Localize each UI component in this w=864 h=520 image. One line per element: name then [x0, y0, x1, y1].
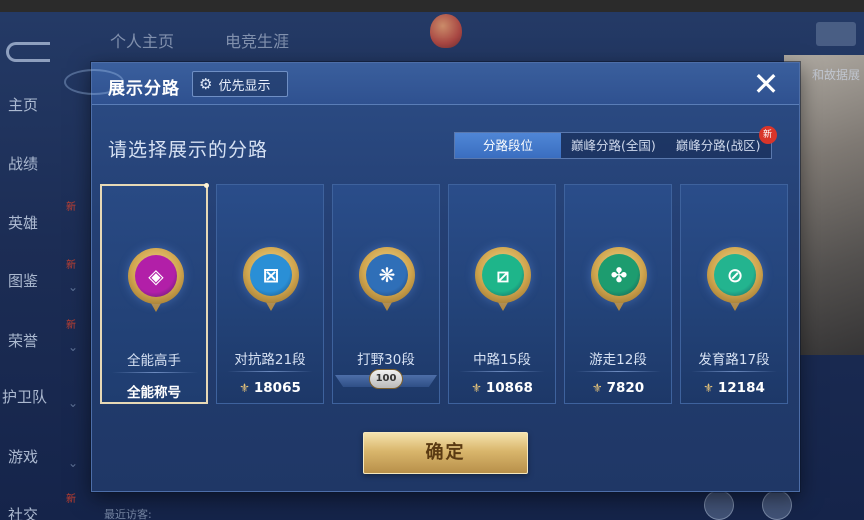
- back-icon[interactable]: [6, 42, 50, 62]
- sidebar-item-home[interactable]: 主页: [8, 94, 38, 115]
- all-round-rank-badge-icon: ◈: [128, 248, 184, 314]
- tab-esports-career[interactable]: 电竞生涯: [225, 28, 289, 52]
- priority-display-label: 优先显示: [218, 78, 271, 94]
- lane-card-mid[interactable]: ⧄ 中路15段 ⚜ 10868: [448, 184, 556, 404]
- lane-card-name: 打野30段: [357, 352, 415, 368]
- background-right-text: 和故据展: [811, 68, 860, 82]
- recent-visitors-label: 最近访客:: [104, 508, 152, 520]
- chevron-down-icon: ⌄: [68, 340, 79, 354]
- top-strip: [0, 0, 864, 12]
- confirm-button[interactable]: 确定: [363, 432, 528, 474]
- dialog-title: 展示分路: [108, 79, 180, 99]
- sidebar-item-record[interactable]: 战绩: [8, 153, 38, 174]
- lane-card-title: 全能称号: [102, 381, 206, 401]
- lane-card-name: 中路15段: [473, 352, 531, 368]
- roam-badge-icon: ✤: [591, 247, 647, 313]
- lane-card-name: 全能高手: [127, 353, 181, 369]
- music-icon[interactable]: [762, 490, 792, 520]
- tab-lane-rank[interactable]: 分路段位: [455, 133, 562, 158]
- tab-peak-region-label: 巅峰分路(战区): [675, 138, 761, 153]
- badge-emblem: ⊠: [250, 254, 292, 296]
- sidebar-item-social[interactable]: 社交: [8, 504, 38, 520]
- lane-card-score: ⚜ 18065: [217, 380, 323, 396]
- badge-emblem: ⊘: [714, 254, 756, 296]
- jungle-badge-icon: ❋: [359, 247, 415, 313]
- mid-lane-badge-icon: ⧄: [475, 247, 531, 313]
- score-value: 18065: [253, 380, 301, 396]
- chevron-down-icon: ⌄: [68, 280, 79, 294]
- lane-card-all-round[interactable]: ◈ 全能高手 全能称号: [100, 183, 209, 404]
- new-badge: 新: [66, 320, 76, 331]
- farm-lane-badge-icon: ⊘: [707, 247, 763, 313]
- all-round-title-text: 全能称号: [127, 385, 181, 401]
- lane-card-name: 游走12段: [589, 352, 647, 368]
- badge-emblem: ❋: [366, 254, 408, 296]
- tab-peak-national[interactable]: 巅峰分路(全国): [561, 133, 666, 158]
- rank-points-icon: ⚜: [239, 381, 250, 395]
- card-divider: [575, 371, 661, 372]
- lane-card-farm[interactable]: ⊘ 发育路17段 ⚜ 12184: [680, 184, 788, 404]
- new-badge: 新: [758, 126, 777, 144]
- tab-personal-home[interactable]: 个人主页: [110, 28, 174, 52]
- score-value: 12184: [717, 380, 765, 396]
- home-icon[interactable]: [704, 490, 734, 520]
- jungle-medal: 100: [369, 369, 403, 389]
- gear-icon: ⚙: [199, 74, 213, 93]
- badge-emblem: ⧄: [482, 254, 524, 296]
- lane-card-name: 发育路17段: [698, 352, 770, 368]
- new-badge: 新: [66, 494, 76, 505]
- priority-display-button[interactable]: ⚙ 优先显示: [192, 71, 288, 97]
- lane-cards: ◈ 全能高手 全能称号 ⊠ 对抗路21段 ⚜ 18065 ❋ 打野30段 100…: [100, 183, 790, 404]
- lane-tabs: 分路段位 巅峰分路(全国) 巅峰分路(战区) 新: [454, 126, 777, 159]
- lane-card-score: ⚜ 7820: [565, 380, 671, 396]
- card-divider: [112, 372, 198, 373]
- tab-peak-region[interactable]: 巅峰分路(战区) 新: [666, 126, 777, 158]
- lane-card-roam[interactable]: ✤ 游走12段 ⚜ 7820: [564, 184, 672, 404]
- dialog-header: 展示分路 ⚙ 优先显示 ✕: [64, 63, 799, 105]
- jungle-medal-ribbon: 100: [335, 369, 437, 397]
- sidebar-item-heroes[interactable]: 英雄: [8, 212, 38, 233]
- sidebar-item-honor[interactable]: 荣誉: [8, 330, 38, 351]
- balloon-decoration: [430, 14, 462, 48]
- lane-card-score: ⚜ 12184: [681, 380, 787, 396]
- dialog-subtitle: 请选择展示的分路: [108, 139, 269, 161]
- sidebar-item-guard[interactable]: 护卫队: [2, 386, 47, 407]
- new-badge: 新: [66, 260, 76, 271]
- card-divider: [459, 371, 545, 372]
- lane-card-score: ⚜ 10868: [449, 380, 555, 396]
- search-field[interactable]: [816, 22, 856, 46]
- close-icon[interactable]: ✕: [749, 67, 783, 101]
- sidebar-item-collection[interactable]: 图鉴: [8, 270, 38, 291]
- lane-card-jungle[interactable]: ❋ 打野30段 100: [332, 184, 440, 404]
- sidebar-item-games[interactable]: 游戏: [8, 446, 38, 467]
- rank-points-icon: ⚜: [703, 381, 714, 395]
- rank-points-icon: ⚜: [591, 381, 603, 395]
- score-value: 7820: [606, 380, 645, 396]
- new-badge: 新: [66, 202, 76, 213]
- chevron-down-icon: ⌄: [68, 456, 79, 470]
- card-divider: [227, 371, 313, 372]
- score-value: 10868: [485, 380, 533, 396]
- selection-corner-dot: [204, 183, 209, 188]
- clash-lane-badge-icon: ⊠: [243, 247, 299, 313]
- display-lane-dialog: 展示分路 ⚙ 优先显示 ✕ 请选择展示的分路 分路段位 巅峰分路(全国) 巅峰分…: [64, 62, 800, 492]
- chevron-down-icon: ⌄: [68, 396, 79, 410]
- rank-points-icon: ⚜: [471, 381, 482, 395]
- badge-emblem: ◈: [135, 255, 177, 297]
- lane-card-clash[interactable]: ⊠ 对抗路21段 ⚜ 18065: [216, 184, 324, 404]
- lane-card-name: 对抗路21段: [234, 352, 306, 368]
- badge-emblem: ✤: [598, 254, 640, 296]
- card-divider: [691, 371, 777, 372]
